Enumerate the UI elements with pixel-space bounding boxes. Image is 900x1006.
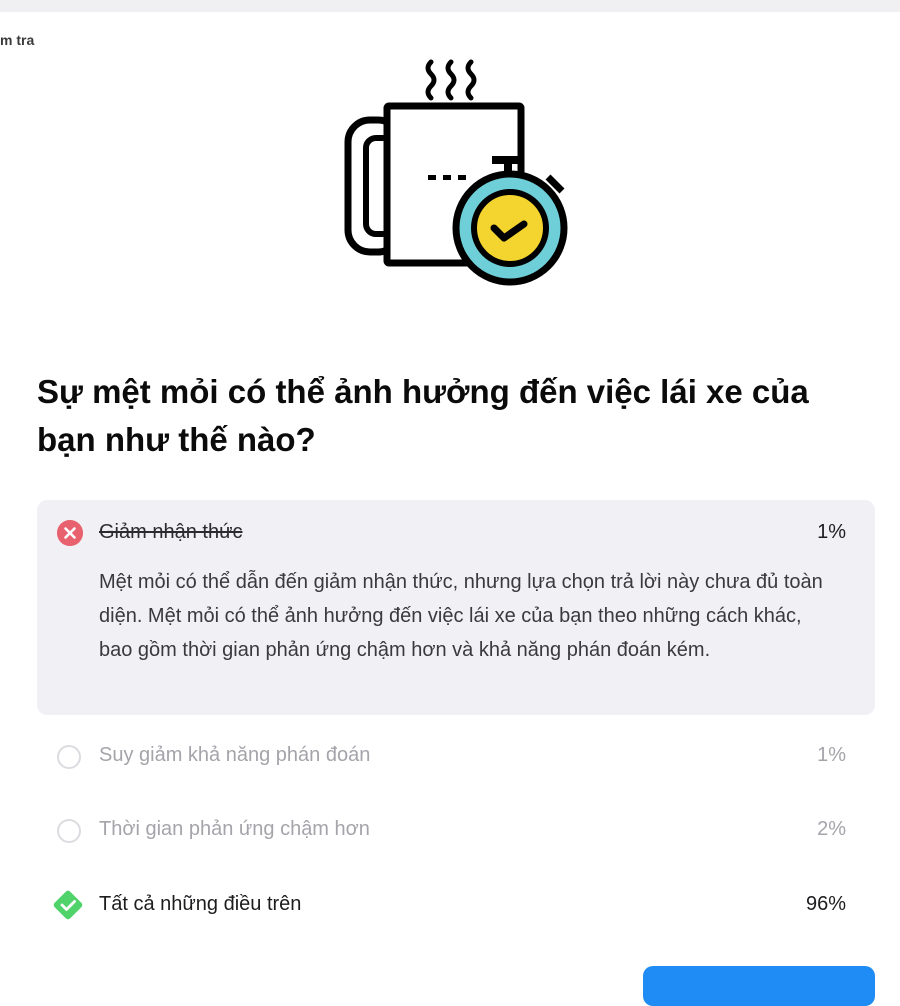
answer-option-selected[interactable]: Giảm nhận thức 1% Mệt mỏi có thể dẫn đến… <box>37 500 875 715</box>
answer-explanation: Mệt mỏi có thể dẫn đến giảm nhận thức, n… <box>99 571 823 661</box>
answer-percent: 96% <box>805 893 846 915</box>
answer-option[interactable]: Thời gian phản ứng chậm hơn 2% <box>37 805 875 855</box>
question-title: Sự mệt mỏi có thể ảnh hưởng đến việc lái… <box>37 373 809 458</box>
radio-circle-icon <box>57 819 81 843</box>
answer-percent: 1% <box>817 521 846 543</box>
continue-button[interactable] <box>643 966 875 1006</box>
radio-circle-icon <box>57 745 81 769</box>
answer-option[interactable]: Suy giảm khả năng phán đoán 1% <box>37 731 875 781</box>
answer-percent: 2% <box>817 818 846 840</box>
answer-option-correct[interactable]: Tất cả những điều trên 96% <box>37 880 875 930</box>
answer-label: Suy giảm khả năng phán đoán <box>99 744 371 766</box>
check-diamond-icon <box>53 890 83 920</box>
breadcrumb: m tra <box>0 32 35 48</box>
top-bar <box>0 0 900 12</box>
answer-label: Giảm nhận thức <box>99 521 243 543</box>
answer-percent: 1% <box>817 744 846 766</box>
coffee-mug-stopwatch-icon <box>344 59 568 286</box>
answer-label: Thời gian phản ứng chậm hơn <box>99 818 370 840</box>
x-circle-icon <box>57 520 83 546</box>
answer-label: Tất cả những điều trên <box>99 893 302 915</box>
